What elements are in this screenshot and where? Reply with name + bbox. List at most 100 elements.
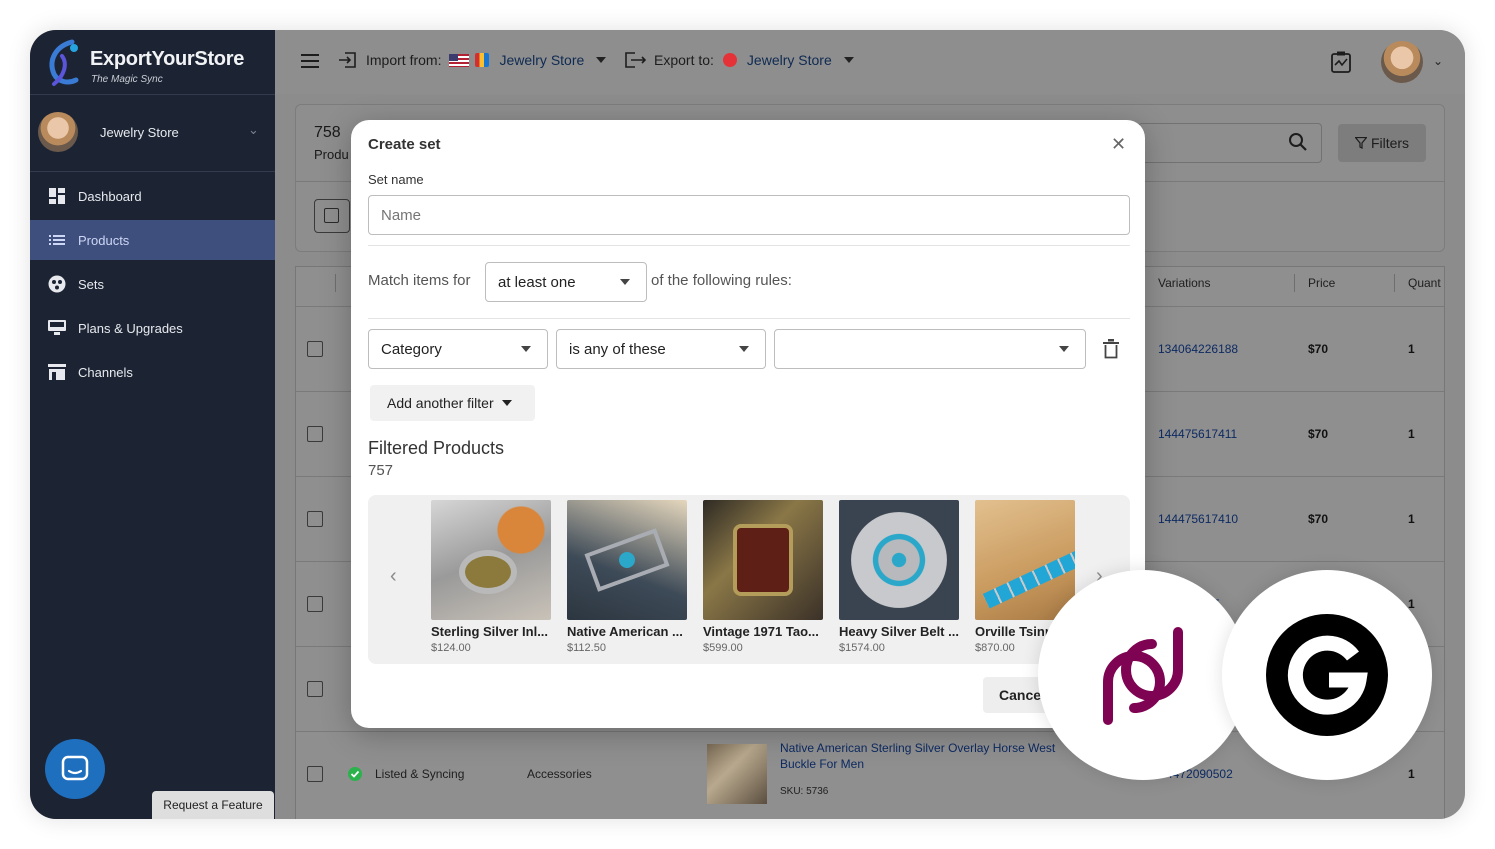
product-image bbox=[703, 500, 823, 620]
export-label: Export to: bbox=[654, 52, 714, 68]
sidebar-item-dashboard[interactable]: Dashboard bbox=[30, 176, 275, 216]
product-name: Sterling Silver Inl... bbox=[431, 624, 549, 639]
select-all-box[interactable] bbox=[314, 199, 350, 233]
logo-title: ExportYourStore bbox=[90, 48, 245, 70]
caret-down-icon bbox=[521, 346, 531, 352]
create-set-dialog: Create set ✕ Set name Match items for at… bbox=[351, 120, 1145, 728]
divider bbox=[30, 94, 275, 95]
set-name-input[interactable] bbox=[368, 195, 1130, 235]
menu-icon[interactable] bbox=[301, 54, 319, 73]
product-card[interactable]: Sterling Silver Inl... $124.00 bbox=[431, 500, 551, 654]
flag-us-icon bbox=[449, 53, 470, 67]
close-icon[interactable]: ✕ bbox=[1111, 134, 1126, 155]
filters-button[interactable]: Filters bbox=[1338, 124, 1426, 162]
store-name: Jewelry Store bbox=[100, 125, 179, 140]
product-name: Heavy Silver Belt ... bbox=[839, 624, 959, 639]
column-header: Price bbox=[1308, 276, 1336, 290]
row-checkbox[interactable] bbox=[307, 426, 323, 442]
products-carousel: ‹ Sterling Silver Inl... $124.00 Native … bbox=[368, 495, 1130, 664]
products-count-label: Produ bbox=[314, 147, 349, 162]
product-name: Vintage 1971 Tao... bbox=[703, 624, 819, 639]
add-filter-button[interactable]: Add another filter bbox=[370, 385, 535, 421]
row-checkbox[interactable] bbox=[307, 596, 323, 612]
rule-value-select[interactable] bbox=[774, 329, 1086, 369]
dashboard-icon bbox=[48, 187, 66, 205]
product-image bbox=[431, 500, 551, 620]
rule-operator-value: is any of these bbox=[569, 340, 666, 358]
product-title-link[interactable]: Native American Sterling Silver Overlay … bbox=[780, 740, 1080, 772]
filtered-products-title: Filtered Products bbox=[368, 438, 505, 458]
google-icon bbox=[1266, 614, 1388, 736]
monitor-icon bbox=[48, 319, 66, 337]
chat-button[interactable] bbox=[45, 739, 105, 799]
product-price: $599.00 bbox=[703, 642, 743, 654]
sidebar-item-channels[interactable]: Channels bbox=[30, 352, 275, 392]
products-count: 758 bbox=[314, 124, 341, 141]
store-selector[interactable]: Jewelry Store ⌄ bbox=[30, 96, 275, 170]
chat-icon bbox=[61, 755, 89, 781]
search-icon[interactable] bbox=[1288, 132, 1308, 157]
caret-down-icon bbox=[739, 346, 749, 352]
quantity-value: 1 bbox=[1408, 342, 1415, 356]
price-value: $70 bbox=[1308, 512, 1329, 526]
product-card[interactable]: Native American ... $112.50 bbox=[567, 500, 687, 654]
row-checkbox[interactable] bbox=[307, 511, 323, 527]
sidebar-item-label: Sets bbox=[78, 276, 105, 292]
sidebar: ExportYourStore The Magic Sync Jewelry S… bbox=[30, 30, 275, 819]
trash-icon[interactable] bbox=[1103, 339, 1119, 364]
variation-link[interactable]: 134064226188 bbox=[1158, 342, 1238, 356]
ebay-icon bbox=[722, 53, 737, 67]
logo-subtitle: The Magic Sync bbox=[91, 74, 163, 85]
topbar: Import from: Jewelry Store Export to: Je… bbox=[275, 30, 1465, 94]
variation-link[interactable]: 144475617410 bbox=[1158, 512, 1238, 526]
export-selector[interactable]: Export to: Jewelry Store bbox=[625, 52, 854, 68]
filters-label: Filters bbox=[1370, 135, 1410, 151]
match-mode-select[interactable]: at least one bbox=[485, 262, 647, 302]
status-text: Listed & Syncing bbox=[375, 767, 465, 781]
product-price: $124.00 bbox=[431, 642, 471, 654]
chevron-left-icon[interactable]: ‹ bbox=[390, 565, 397, 588]
sidebar-item-products[interactable]: Products bbox=[30, 220, 275, 260]
export-store-name: Jewelry Store bbox=[746, 52, 832, 68]
rule-field-select[interactable]: Category bbox=[368, 329, 548, 369]
row-checkbox[interactable] bbox=[307, 766, 323, 782]
sku-text: SKU: 5736 bbox=[780, 786, 829, 797]
product-price: $112.50 bbox=[567, 642, 606, 654]
filter-icon bbox=[1354, 137, 1367, 149]
poshmark-logo-badge bbox=[1038, 570, 1248, 780]
import-label: Import from: bbox=[366, 52, 442, 68]
sidebar-item-sets[interactable]: Sets bbox=[30, 264, 275, 304]
set-name-label: Set name bbox=[368, 172, 424, 187]
app-window: ExportYourStore The Magic Sync Jewelry S… bbox=[30, 30, 1465, 819]
caret-down-icon bbox=[596, 57, 607, 63]
divider bbox=[368, 318, 1130, 319]
divider bbox=[368, 245, 1130, 246]
price-value: $70 bbox=[1308, 342, 1329, 356]
product-image bbox=[839, 500, 959, 620]
filtered-products-count: 757 bbox=[368, 462, 394, 479]
quantity-value: 1 bbox=[1408, 512, 1415, 526]
google-logo-badge bbox=[1222, 570, 1432, 780]
store-icon bbox=[48, 363, 66, 381]
row-checkbox[interactable] bbox=[307, 681, 323, 697]
rule-operator-select[interactable]: is any of these bbox=[556, 329, 766, 369]
row-checkbox[interactable] bbox=[307, 341, 323, 357]
divider bbox=[1394, 274, 1395, 292]
match-suffix-text: of the following rules: bbox=[651, 272, 792, 289]
product-name: Native American ... bbox=[567, 624, 683, 639]
caret-down-icon bbox=[620, 279, 630, 285]
chevron-down-icon[interactable]: ⌄ bbox=[1433, 54, 1443, 68]
logo[interactable]: ExportYourStore The Magic Sync bbox=[42, 36, 267, 92]
rule-field-value: Category bbox=[381, 340, 442, 358]
variation-link[interactable]: 144475617411 bbox=[1158, 427, 1237, 441]
sidebar-item-label: Plans & Upgrades bbox=[78, 320, 183, 336]
import-selector[interactable]: Import from: Jewelry Store bbox=[339, 52, 607, 68]
request-feature-button[interactable]: Request a Feature bbox=[152, 791, 274, 819]
activity-icon[interactable] bbox=[1331, 51, 1351, 78]
product-card[interactable]: Vintage 1971 Tao... $599.00 bbox=[703, 500, 823, 654]
user-avatar[interactable] bbox=[1381, 41, 1423, 83]
caret-down-icon bbox=[843, 57, 854, 63]
product-card[interactable]: Heavy Silver Belt ... $1574.00 bbox=[839, 500, 959, 654]
caret-down-icon bbox=[1059, 346, 1069, 352]
sidebar-item-plans[interactable]: Plans & Upgrades bbox=[30, 308, 275, 348]
